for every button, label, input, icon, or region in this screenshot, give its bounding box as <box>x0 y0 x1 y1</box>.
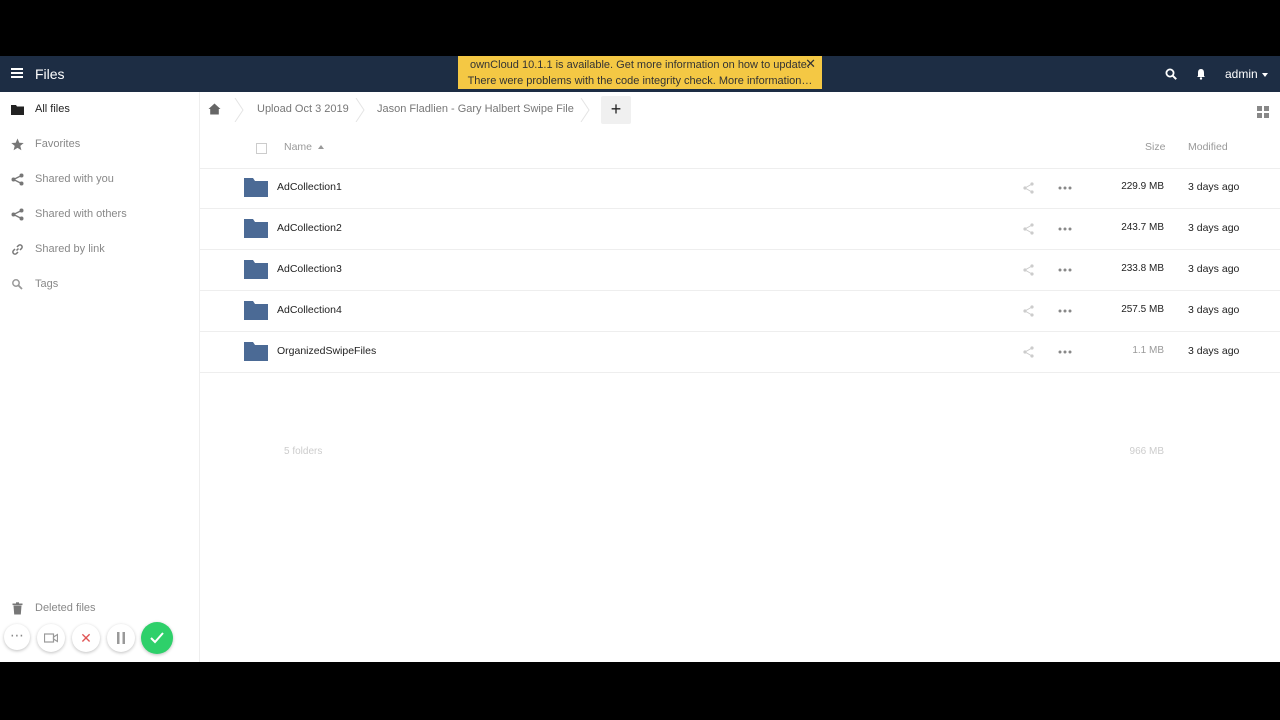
more-actions-icon[interactable] <box>1058 223 1072 235</box>
share-icon <box>11 208 24 221</box>
file-size: 233.8 MB <box>1121 263 1164 274</box>
folder-icon <box>244 342 268 361</box>
file-modified: 3 days ago <box>1188 181 1240 193</box>
file-name[interactable]: AdCollection4 <box>277 304 342 316</box>
more-actions-icon[interactable] <box>1058 264 1072 276</box>
sidebar-item-all-files[interactable]: All files <box>0 95 199 125</box>
app-title[interactable]: Files <box>35 66 65 82</box>
folder-icon <box>244 219 268 238</box>
sidebar-item-label: Shared with you <box>35 173 114 185</box>
sidebar-item-favorites[interactable]: Favorites <box>0 130 199 160</box>
sidebar-item-label: Deleted files <box>35 602 96 614</box>
file-modified: 3 days ago <box>1188 263 1240 275</box>
more-icon[interactable]: ⋯ <box>4 624 30 650</box>
file-name[interactable]: OrganizedSwipeFiles <box>277 345 376 357</box>
caret-down-icon <box>1261 72 1268 77</box>
breadcrumb-separator-icon <box>355 98 365 122</box>
file-table-header: Name Size Modified <box>200 128 1280 169</box>
breadcrumb-item-upload[interactable]: Upload Oct 3 2019 <box>257 103 349 115</box>
table-row[interactable]: AdCollection2 243.7 MB 3 days ago <box>200 209 1280 250</box>
sort-up-icon <box>318 145 325 150</box>
share-icon[interactable] <box>1023 264 1034 276</box>
file-size: 257.5 MB <box>1121 304 1164 315</box>
trash-icon <box>12 602 23 615</box>
camera-icon[interactable] <box>37 624 65 652</box>
more-actions-icon[interactable] <box>1058 346 1072 358</box>
update-notice-text[interactable]: ownCloud 10.1.1 is available. Get more i… <box>458 57 822 73</box>
sidebar: All files Favorites Shared with you Shar… <box>0 92 200 662</box>
folder-icon <box>11 105 24 115</box>
sidebar-item-tags[interactable]: Tags <box>0 270 199 300</box>
file-size: 1.1 MB <box>1132 345 1164 356</box>
bell-icon[interactable] <box>1196 68 1206 80</box>
sidebar-item-label: Shared by link <box>35 243 105 255</box>
share-icon[interactable] <box>1023 223 1034 235</box>
share-icon[interactable] <box>1023 346 1034 358</box>
star-icon <box>11 138 24 151</box>
link-icon <box>12 244 23 255</box>
close-icon[interactable]: ✕ <box>805 56 816 72</box>
breadcrumb-separator-icon <box>580 98 590 122</box>
share-icon[interactable] <box>1023 305 1034 317</box>
name-column-header[interactable]: Name <box>284 141 325 153</box>
user-name: admin <box>1225 67 1258 81</box>
more-actions-icon[interactable] <box>1058 182 1072 194</box>
table-row[interactable]: AdCollection3 233.8 MB 3 days ago <box>200 250 1280 291</box>
folder-icon <box>244 301 268 320</box>
file-modified: 3 days ago <box>1188 222 1240 234</box>
integrity-notice-text[interactable]: There were problems with the code integr… <box>458 73 822 89</box>
file-name[interactable]: AdCollection1 <box>277 181 342 193</box>
sidebar-item-shared-by-link[interactable]: Shared by link <box>0 235 199 265</box>
grid-view-icon[interactable] <box>1257 106 1269 118</box>
share-icon[interactable] <box>1023 182 1034 194</box>
file-modified: 3 days ago <box>1188 304 1240 316</box>
table-row[interactable]: AdCollection1 229.9 MB 3 days ago <box>200 168 1280 209</box>
summary-folder-count: 5 folders <box>284 446 323 457</box>
sidebar-item-label: Shared with others <box>35 208 127 220</box>
file-name[interactable]: AdCollection2 <box>277 222 342 234</box>
size-column-header[interactable]: Size <box>1145 141 1165 153</box>
folder-icon <box>244 178 268 197</box>
user-menu[interactable]: admin <box>1225 67 1268 81</box>
breadcrumb: Upload Oct 3 2019 Jason Fladlien - Gary … <box>200 92 1280 128</box>
share-icon <box>11 173 24 186</box>
summary-total-size: 966 MB <box>1129 446 1164 457</box>
file-size: 243.7 MB <box>1121 222 1164 233</box>
modified-column-header[interactable]: Modified <box>1188 141 1228 153</box>
sidebar-item-label: All files <box>35 103 70 115</box>
top-header: Files ownCloud 10.1.1 is available. Get … <box>0 56 1280 92</box>
home-icon[interactable] <box>208 103 221 115</box>
confirm-check-icon[interactable] <box>141 622 173 654</box>
file-size: 229.9 MB <box>1121 181 1164 192</box>
add-new-button[interactable]: + <box>601 96 631 124</box>
select-all-checkbox[interactable] <box>256 143 267 154</box>
sidebar-item-deleted-files[interactable]: Deleted files <box>0 594 199 624</box>
sidebar-item-shared-with-you[interactable]: Shared with you <box>0 165 199 195</box>
name-column-label: Name <box>284 141 313 153</box>
folder-icon <box>244 260 268 279</box>
more-actions-icon[interactable] <box>1058 305 1072 317</box>
owncloud-app: Files ownCloud 10.1.1 is available. Get … <box>0 56 1280 662</box>
sidebar-item-label: Tags <box>35 278 59 290</box>
cancel-icon[interactable]: ✕ <box>72 624 100 652</box>
update-notice: ownCloud 10.1.1 is available. Get more i… <box>458 56 822 89</box>
table-row[interactable]: AdCollection4 257.5 MB 3 days ago <box>200 291 1280 332</box>
menu-icon[interactable] <box>11 68 23 78</box>
sidebar-item-shared-with-others[interactable]: Shared with others <box>0 200 199 230</box>
search-icon[interactable] <box>1165 68 1177 80</box>
pause-icon[interactable] <box>107 624 135 652</box>
sidebar-item-label: Favorites <box>35 138 81 150</box>
breadcrumb-separator-icon <box>234 98 244 122</box>
breadcrumb-item-current[interactable]: Jason Fladlien - Gary Halbert Swipe File <box>377 103 574 115</box>
file-name[interactable]: AdCollection3 <box>277 263 342 275</box>
tag-icon <box>12 279 23 290</box>
file-modified: 3 days ago <box>1188 345 1240 357</box>
table-row[interactable]: OrganizedSwipeFiles 1.1 MB 3 days ago <box>200 332 1280 373</box>
